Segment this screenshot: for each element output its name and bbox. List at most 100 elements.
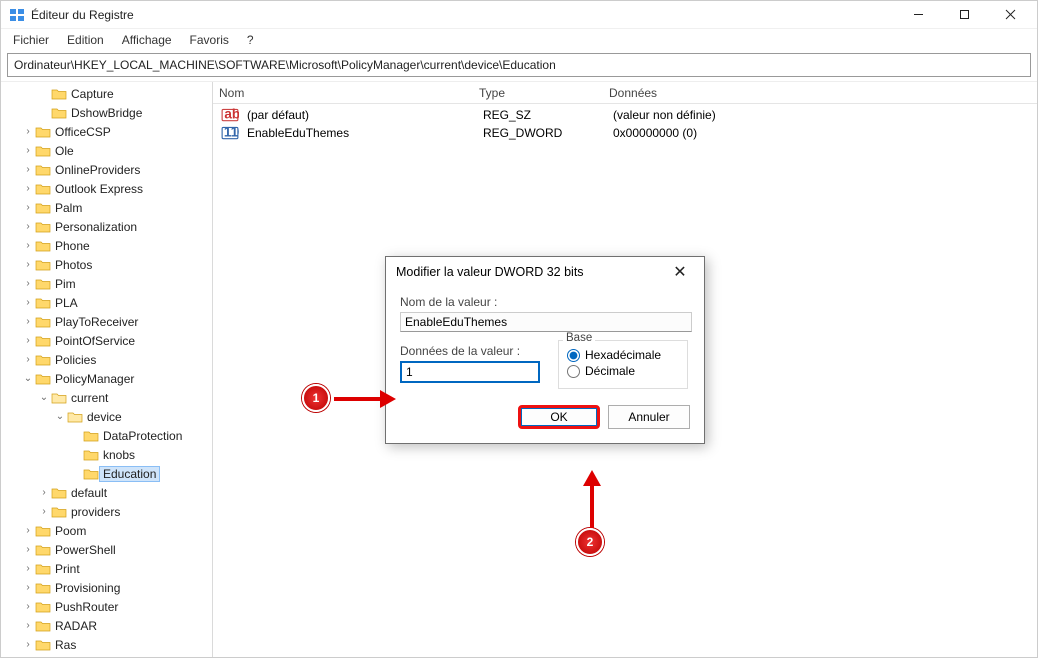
col-name[interactable]: Nom (213, 86, 473, 100)
chevron-icon[interactable]: › (21, 145, 35, 156)
chevron-icon[interactable]: › (21, 278, 35, 289)
maximize-button[interactable] (941, 1, 987, 29)
arrow-1 (332, 388, 398, 412)
value-data-label: Données de la valeur : (400, 344, 540, 358)
folder-icon (35, 163, 51, 177)
tree-item[interactable]: ›Ole (3, 141, 212, 160)
tree-item[interactable]: ⌄ current (3, 388, 212, 407)
tree-item[interactable]: › PowerShell (3, 540, 212, 559)
chevron-icon[interactable]: › (21, 563, 35, 574)
menu-fav[interactable]: Favoris (182, 31, 237, 49)
tree-item[interactable]: ›Phone (3, 236, 212, 255)
folder-icon (35, 144, 51, 158)
chevron-icon[interactable]: › (21, 639, 35, 650)
tree-view[interactable]: CaptureDshowBridge›OfficeCSP›Ole›OnlineP… (1, 82, 213, 657)
chevron-icon[interactable]: › (21, 601, 35, 612)
tree-item[interactable]: ›PointOfService (3, 331, 212, 350)
radio-hex[interactable]: Hexadécimale (567, 348, 679, 362)
col-type[interactable]: Type (473, 86, 603, 100)
tree-item[interactable]: › Poom (3, 521, 212, 540)
chevron-icon[interactable]: › (21, 544, 35, 555)
folder-icon (51, 486, 67, 500)
cancel-button[interactable]: Annuler (608, 405, 690, 429)
tree-item-label: RADAR (51, 619, 97, 633)
chevron-icon[interactable]: › (21, 259, 35, 270)
value-name-field[interactable]: EnableEduThemes (400, 312, 692, 332)
chevron-icon[interactable]: › (37, 487, 51, 498)
menu-edit[interactable]: Edition (59, 31, 112, 49)
tree-item[interactable]: › OnlineProviders (3, 160, 212, 179)
close-button[interactable] (987, 1, 1033, 29)
tree-item[interactable]: ›PushRouter (3, 597, 212, 616)
chevron-icon[interactable]: › (37, 506, 51, 517)
tree-item[interactable]: ›Palm (3, 198, 212, 217)
folder-icon (35, 353, 51, 367)
chevron-icon[interactable]: › (21, 620, 35, 631)
tree-item[interactable]: ›PLA (3, 293, 212, 312)
value-row[interactable]: ab(par défaut)REG_SZ(valeur non définie) (213, 106, 1037, 124)
value-row[interactable]: 110EnableEduThemesREG_DWORD0x00000000 (0… (213, 124, 1037, 142)
chevron-icon[interactable]: › (21, 335, 35, 346)
folder-icon (35, 372, 51, 386)
menu-view[interactable]: Affichage (114, 31, 180, 49)
chevron-icon[interactable]: › (21, 221, 35, 232)
tree-item-label: current (67, 391, 108, 405)
menu-help[interactable]: ? (239, 31, 262, 49)
callout-2: 2 (576, 528, 604, 556)
tree-item-label: Poom (51, 524, 86, 538)
chevron-icon[interactable]: › (21, 297, 35, 308)
tree-item[interactable]: ›Pim (3, 274, 212, 293)
tree-item[interactable]: ›Provisioning (3, 578, 212, 597)
tree-item[interactable]: ›OfficeCSP (3, 122, 212, 141)
value-name: EnableEduThemes (241, 126, 477, 140)
callout-1: 1 (302, 384, 330, 412)
tree-item[interactable]: knobs (3, 445, 212, 464)
tree-item[interactable]: ›Ras (3, 635, 212, 654)
chevron-icon[interactable]: › (21, 202, 35, 213)
tree-item[interactable]: Capture (3, 84, 212, 103)
tree-item[interactable]: Education (3, 464, 212, 483)
tree-item[interactable]: › RADAR (3, 616, 212, 635)
tree-item[interactable]: DshowBridge (3, 103, 212, 122)
tree-item[interactable]: ›Photos (3, 255, 212, 274)
chevron-icon[interactable]: › (21, 164, 35, 175)
menubar: Fichier Edition Affichage Favoris ? (1, 29, 1037, 51)
tree-item[interactable]: DataProtection (3, 426, 212, 445)
ok-button[interactable]: OK (518, 405, 600, 429)
address-bar[interactable]: Ordinateur\HKEY_LOCAL_MACHINE\SOFTWARE\M… (7, 53, 1031, 77)
tree-item-label: OnlineProviders (51, 163, 140, 177)
tree-item[interactable]: ⌄device (3, 407, 212, 426)
folder-icon (51, 391, 67, 405)
tree-item-label: Education (99, 466, 160, 482)
chevron-icon[interactable]: › (21, 525, 35, 536)
chevron-icon[interactable]: › (21, 354, 35, 365)
value-data: 0x00000000 (0) (607, 126, 703, 140)
col-data[interactable]: Données (603, 86, 1037, 100)
tree-item[interactable]: ›Policies (3, 350, 212, 369)
tree-item[interactable]: ⌄PolicyManager (3, 369, 212, 388)
tree-item[interactable]: ›providers (3, 502, 212, 521)
chevron-icon[interactable]: › (21, 582, 35, 593)
chevron-icon[interactable]: › (21, 126, 35, 137)
chevron-icon[interactable]: › (21, 183, 35, 194)
tree-item[interactable]: ›PlayToReceiver (3, 312, 212, 331)
chevron-icon[interactable]: ⌄ (37, 392, 51, 403)
folder-icon (83, 429, 99, 443)
minimize-button[interactable] (895, 1, 941, 29)
chevron-icon[interactable]: › (21, 316, 35, 327)
tree-item[interactable]: › Print (3, 559, 212, 578)
chevron-icon[interactable]: ⌄ (21, 373, 35, 384)
chevron-icon[interactable]: ⌄ (53, 411, 67, 422)
tree-item[interactable]: ›RcsPresence (3, 654, 212, 657)
tree-item[interactable]: ›Personalization (3, 217, 212, 236)
radio-dec[interactable]: Décimale (567, 364, 679, 378)
dialog-close-button[interactable]: ✕ (666, 262, 694, 282)
menu-file[interactable]: Fichier (5, 31, 57, 49)
value-name: (par défaut) (241, 108, 477, 122)
tree-item[interactable]: ›default (3, 483, 212, 502)
tree-item[interactable]: ›Outlook Express (3, 179, 212, 198)
tree-item-label: Print (51, 562, 80, 576)
tree-item-label: PowerShell (51, 543, 116, 557)
chevron-icon[interactable]: › (21, 240, 35, 251)
value-data-input[interactable] (400, 361, 540, 383)
